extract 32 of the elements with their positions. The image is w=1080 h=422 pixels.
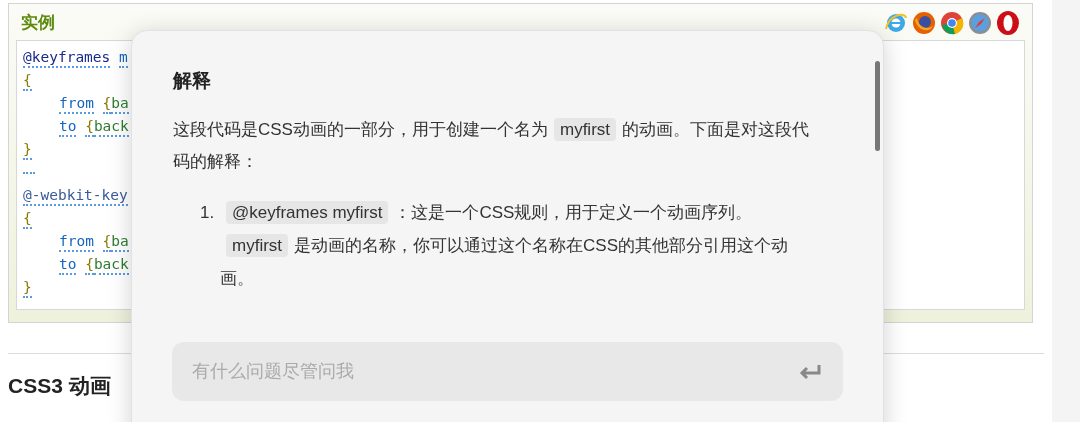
code-token: m <box>119 47 128 68</box>
code-token: { <box>102 93 112 114</box>
code-token: to <box>59 116 77 137</box>
code-token: @keyframes <box>23 47 111 68</box>
code-token: @-webkit-key <box>23 185 128 206</box>
code-token: } <box>23 277 32 298</box>
list-number: 1. <box>200 201 216 224</box>
popup-title: 解释 <box>173 69 212 93</box>
ring-o-icon <box>995 10 1021 36</box>
explanation-text: 这段代码是CSS动画的一部分，用于创建一个名为 myfirst 的动画。下面是对这段代码的解释： <box>173 116 810 173</box>
code-token: { <box>85 116 94 137</box>
code-token: back <box>93 254 129 275</box>
list-item-text: @keyframes myfirst ：这是一个CSS规则，用于定义一个动画序列。 myfirst 是动画的名称，你可以通过这个名称在CSS的其他部分引用这个动画。 <box>220 199 789 290</box>
code-token: to <box>59 254 77 275</box>
code-token: { <box>23 70 32 91</box>
question-field[interactable]: 有什么问题尽管问我 <box>172 342 843 401</box>
scrollbar-thumb[interactable] <box>875 61 880 151</box>
code-token: ba <box>111 93 129 114</box>
code-token: ba <box>111 231 129 252</box>
code-token: from <box>59 231 94 252</box>
code-token: { <box>23 208 32 229</box>
code-token: } <box>23 139 32 160</box>
tricolor-circle-icon <box>939 10 965 36</box>
section-heading: CSS3 动画 <box>8 373 111 399</box>
fox-globe-icon <box>911 10 937 36</box>
example-title: 实例 <box>21 12 55 35</box>
code-token: from <box>59 93 94 114</box>
code-token: back <box>93 116 129 137</box>
question-input[interactable]: 有什么问题尽管问我 <box>192 358 781 385</box>
code-token: { <box>85 254 94 275</box>
compass-icon <box>967 10 993 36</box>
code-token: { <box>102 231 112 252</box>
